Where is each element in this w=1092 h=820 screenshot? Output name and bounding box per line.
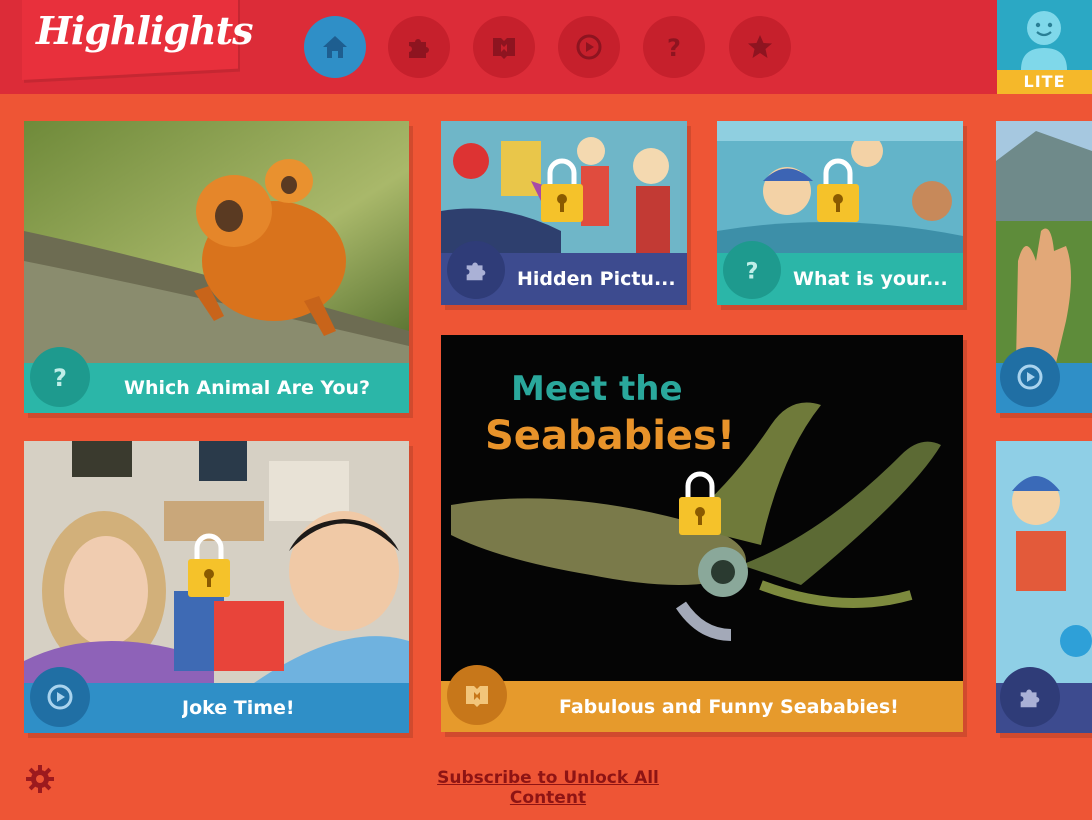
play-icon bbox=[576, 34, 602, 60]
svg-text:?: ? bbox=[667, 34, 681, 62]
tile-partial-video[interactable] bbox=[996, 121, 1092, 413]
tile-title: Hidden Pictu... bbox=[517, 268, 676, 290]
question-icon: ? bbox=[53, 364, 67, 392]
tile-hidden-pictures[interactable]: Hidden Pictu... bbox=[441, 121, 687, 305]
star-icon bbox=[748, 35, 772, 58]
tile-what-is-your[interactable]: What is your... ? bbox=[717, 121, 963, 305]
tile-caption-bar: Fabulous and Funny Seababies! bbox=[441, 681, 963, 732]
seababies-headline-line2: Seababies! bbox=[485, 413, 736, 459]
seababies-headline-line1: Meet the bbox=[511, 369, 683, 409]
nav-favorites-button[interactable] bbox=[729, 16, 791, 78]
tile-title: Which Animal Are You? bbox=[124, 377, 371, 399]
tile-title: What is your... bbox=[793, 268, 948, 290]
puzzle-type-badge bbox=[447, 241, 505, 299]
svg-text:?: ? bbox=[746, 258, 759, 284]
home-icon bbox=[323, 36, 347, 58]
play-icon bbox=[47, 684, 73, 710]
mountain-video-thumbnail bbox=[996, 121, 1092, 363]
lite-badge: LITE bbox=[997, 70, 1092, 94]
subscribe-link[interactable]: Subscribe to Unlock All Content bbox=[398, 768, 698, 808]
lock-icon bbox=[541, 158, 583, 222]
cartoon-puzzle-art bbox=[996, 441, 1092, 683]
tile-joke-time[interactable]: Joke Time! bbox=[24, 441, 409, 733]
tile-which-animal[interactable]: Which Animal Are You? ? bbox=[24, 121, 409, 413]
gear-icon[interactable] bbox=[24, 763, 56, 795]
account-button[interactable]: LITE bbox=[997, 0, 1092, 94]
lock-icon bbox=[817, 158, 859, 222]
quiz-type-badge: ? bbox=[723, 241, 781, 299]
video-type-badge bbox=[1000, 347, 1060, 407]
tile-title: Joke Time! bbox=[182, 697, 295, 719]
highlights-logo[interactable]: Highlights bbox=[36, 8, 254, 53]
smiley-user-icon bbox=[1021, 11, 1067, 70]
top-bar: Highlights ? LITE bbox=[0, 0, 1092, 94]
question-icon: ? bbox=[746, 258, 759, 284]
question-icon: ? bbox=[667, 34, 681, 62]
puzzle-icon bbox=[409, 39, 429, 58]
nav-videos-button[interactable] bbox=[558, 16, 620, 78]
book-icon bbox=[493, 38, 515, 59]
nav-quizzes-button[interactable]: ? bbox=[643, 16, 705, 78]
svg-text:?: ? bbox=[53, 364, 67, 392]
nav-games-button[interactable] bbox=[388, 16, 450, 78]
tile-partial-puzzle[interactable] bbox=[996, 441, 1092, 733]
golden-tamarin-image bbox=[24, 121, 409, 363]
book-icon bbox=[466, 686, 488, 707]
puzzle-type-badge bbox=[1000, 667, 1060, 727]
tile-seababies[interactable]: Meet the Seababies! Fabulous and Funny S… bbox=[441, 335, 963, 732]
book-type-badge bbox=[447, 665, 507, 725]
video-type-badge bbox=[30, 667, 90, 727]
nav-books-button[interactable] bbox=[473, 16, 535, 78]
nav-home-button[interactable] bbox=[304, 16, 366, 78]
quiz-type-badge: ? bbox=[30, 347, 90, 407]
puzzle-icon bbox=[1020, 689, 1040, 708]
tile-title: Fabulous and Funny Seababies! bbox=[559, 695, 899, 718]
puzzle-icon bbox=[466, 262, 486, 281]
lock-icon bbox=[188, 533, 230, 597]
lock-icon bbox=[679, 471, 721, 535]
play-icon bbox=[1017, 364, 1043, 390]
